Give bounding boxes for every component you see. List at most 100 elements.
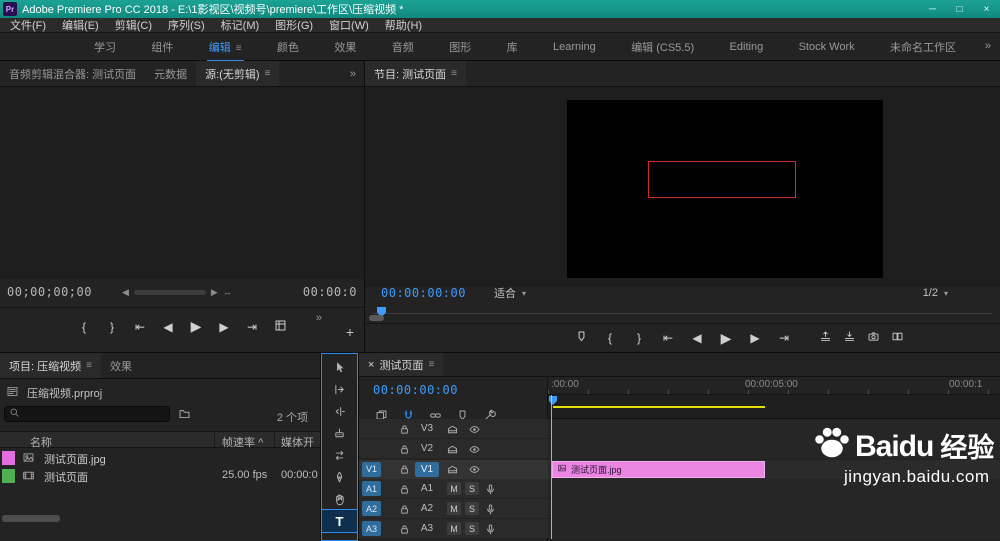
- source-patch-badge[interactable]: A1: [362, 481, 381, 496]
- go-to-out-button[interactable]: ⇥: [776, 331, 792, 345]
- button-editor-add-icon[interactable]: +: [346, 324, 354, 340]
- menu-file[interactable]: 文件(F): [2, 17, 54, 33]
- item-name[interactable]: 测试页面: [44, 469, 88, 485]
- close-tab-icon[interactable]: ×: [368, 359, 374, 371]
- workspace-assembly[interactable]: 组件: [149, 32, 175, 62]
- tab-audio-clip-mixer[interactable]: 音频剪辑混合器: 测试页面: [0, 61, 145, 86]
- track-lock-icon[interactable]: [397, 442, 411, 456]
- extract-icon[interactable]: [843, 330, 856, 346]
- slip-tool[interactable]: [322, 444, 357, 466]
- ripple-edit-tool[interactable]: [322, 400, 357, 422]
- type-tool[interactable]: T: [321, 509, 358, 533]
- track-lock-icon[interactable]: [397, 502, 411, 516]
- track-name[interactable]: V3: [415, 421, 439, 436]
- export-frame-icon[interactable]: [272, 319, 288, 335]
- zoom-handle[interactable]: [369, 315, 384, 321]
- track-lane[interactable]: [548, 499, 1000, 518]
- step-forward-button[interactable]: ▶: [216, 320, 232, 334]
- panel-menu-icon[interactable]: ≡: [265, 68, 271, 79]
- scroll-right-icon[interactable]: ▶: [211, 287, 218, 298]
- resize-icon[interactable]: ↔: [223, 287, 232, 297]
- go-to-out-button[interactable]: ⇥: [244, 320, 260, 334]
- program-scrubber[interactable]: [365, 307, 1000, 321]
- track-name[interactable]: V1: [415, 461, 439, 477]
- mark-out-button[interactable]: }: [631, 331, 647, 345]
- workspace-unnamed[interactable]: 未命名工作区: [888, 32, 958, 62]
- column-name[interactable]: 名称: [30, 434, 52, 450]
- go-to-in-button[interactable]: ⇤: [132, 320, 148, 334]
- panel-menu-icon[interactable]: ≡: [428, 359, 434, 370]
- track-name[interactable]: A3: [415, 521, 439, 536]
- scrubber-track[interactable]: [373, 313, 992, 314]
- close-button[interactable]: ×: [973, 0, 1000, 18]
- workspace-menu-icon[interactable]: ≡: [236, 43, 242, 54]
- column-framerate[interactable]: 帧速率 ^: [222, 434, 263, 450]
- track-lane[interactable]: [548, 519, 1000, 538]
- tab-metadata[interactable]: 元数据: [145, 61, 196, 86]
- mute-button[interactable]: M: [447, 502, 461, 515]
- workspace-editing-active[interactable]: 编辑 ≡: [206, 32, 244, 62]
- label-color-swatch[interactable]: [2, 469, 15, 483]
- add-marker-icon[interactable]: [573, 330, 589, 346]
- toggle-output-eye-icon[interactable]: [467, 442, 481, 456]
- solo-button[interactable]: S: [465, 522, 479, 535]
- source-zoom-scrollbar[interactable]: ◀ ▶ ↔: [122, 287, 232, 298]
- track-name[interactable]: V2: [415, 441, 439, 456]
- pen-tool[interactable]: [322, 466, 357, 488]
- lift-icon[interactable]: [819, 330, 832, 346]
- scroll-left-icon[interactable]: ◀: [122, 287, 129, 298]
- horizontal-scrollbar[interactable]: [2, 515, 60, 522]
- hand-tool[interactable]: [322, 488, 357, 510]
- workspace-overflow-icon[interactable]: »: [985, 40, 991, 52]
- step-forward-button[interactable]: ▶: [747, 331, 763, 345]
- sync-lock-icon[interactable]: [445, 422, 459, 436]
- project-file-row[interactable]: 压缩视频.prproj: [6, 385, 102, 401]
- project-row-jpg[interactable]: 测试页面.jpg: [0, 449, 320, 467]
- sync-lock-icon[interactable]: [445, 442, 459, 456]
- source-tabs-overflow-icon[interactable]: »: [350, 61, 364, 86]
- workspace-libraries[interactable]: 库: [505, 32, 520, 62]
- find-folder-icon[interactable]: [178, 407, 191, 423]
- workspace-graphics[interactable]: 图形: [447, 32, 473, 62]
- toggle-output-eye-icon[interactable]: [467, 463, 481, 477]
- workspace-learning[interactable]: Learning: [551, 34, 598, 60]
- transport-overflow-icon[interactable]: »: [316, 312, 322, 324]
- play-button[interactable]: ▶: [718, 330, 734, 347]
- comparison-view-icon[interactable]: [891, 330, 904, 346]
- workspace-learn[interactable]: 学习: [92, 32, 118, 62]
- source-patch-badge[interactable]: V1: [362, 461, 381, 477]
- voiceover-mic-icon[interactable]: [483, 502, 497, 516]
- item-name[interactable]: 测试页面.jpg: [44, 451, 106, 467]
- workspace-editing-en[interactable]: Editing: [728, 34, 766, 60]
- mark-out-button[interactable]: }: [104, 320, 120, 334]
- workspace-editing-cs55[interactable]: 编辑 (CS5.5): [629, 32, 696, 62]
- voiceover-mic-icon[interactable]: [483, 482, 497, 496]
- step-back-button[interactable]: ◀: [689, 331, 705, 345]
- track-lock-icon[interactable]: [397, 482, 411, 496]
- program-video-frame[interactable]: [567, 100, 883, 278]
- playhead-line[interactable]: [551, 395, 552, 539]
- sync-lock-icon[interactable]: [445, 463, 459, 477]
- go-to-in-button[interactable]: ⇤: [660, 331, 676, 345]
- mute-button[interactable]: M: [447, 522, 461, 535]
- mute-button[interactable]: M: [447, 482, 461, 495]
- minimize-button[interactable]: ─: [919, 0, 946, 18]
- column-divider[interactable]: [274, 432, 275, 447]
- tab-effects[interactable]: 效果: [101, 353, 141, 378]
- tab-sequence[interactable]: × 测试页面 ≡: [359, 353, 444, 376]
- workspace-effects[interactable]: 效果: [332, 32, 358, 62]
- solo-button[interactable]: S: [465, 502, 479, 515]
- export-frame-camera-icon[interactable]: [867, 330, 880, 346]
- track-name[interactable]: A1: [415, 481, 439, 496]
- track-name[interactable]: A2: [415, 501, 439, 516]
- source-patch-badge[interactable]: A2: [362, 501, 381, 516]
- solo-button[interactable]: S: [465, 482, 479, 495]
- workspace-color[interactable]: 颜色: [275, 32, 301, 62]
- workspace-audio[interactable]: 音频: [390, 32, 416, 62]
- label-color-swatch[interactable]: [2, 451, 15, 465]
- playback-resolution-select[interactable]: 1/2 ▾: [923, 287, 948, 299]
- toggle-output-eye-icon[interactable]: [467, 422, 481, 436]
- track-lock-icon[interactable]: [397, 422, 411, 436]
- panel-menu-icon[interactable]: ≡: [451, 68, 457, 79]
- maximize-button[interactable]: □: [946, 0, 973, 18]
